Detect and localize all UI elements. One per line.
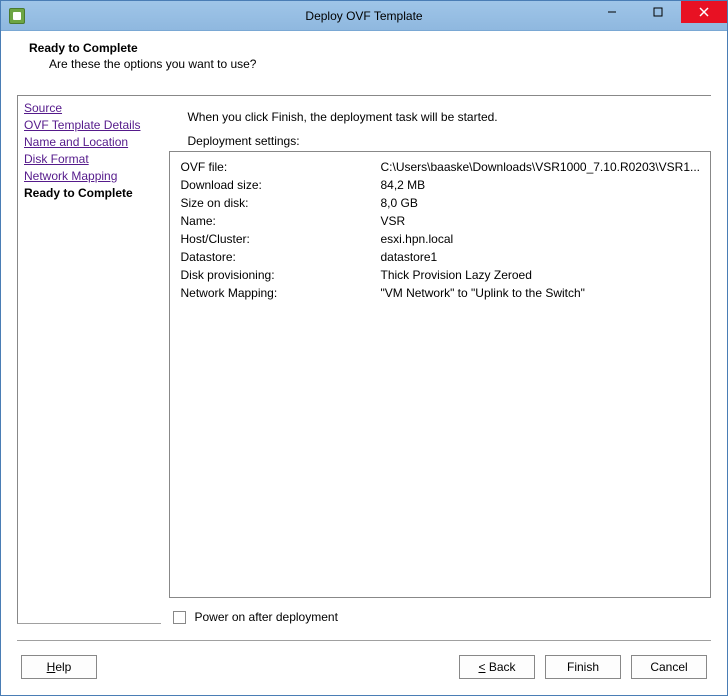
close-icon [699,7,709,17]
setting-value: "VM Network" to "Uplink to the Switch" [380,284,700,302]
setting-value: datastore1 [380,248,700,266]
main-area: Source OVF Template Details Name and Loc… [1,95,727,624]
sidebar-item-source[interactable]: Source [22,100,157,117]
setting-key: Name: [180,212,380,230]
power-on-checkbox-row: Power on after deployment [173,610,711,624]
setting-value: C:\Users\baaske\Downloads\VSR1000_7.10.R… [380,158,700,176]
setting-key: Datastore: [180,248,380,266]
setting-key: Network Mapping: [180,284,380,302]
setting-key: Disk provisioning: [180,266,380,284]
setting-value: 8,0 GB [380,194,700,212]
setting-key: Size on disk: [180,194,380,212]
page-subtitle: Are these the options you want to use? [49,57,711,71]
power-on-checkbox[interactable] [173,611,186,624]
sidebar-item-ovf-details[interactable]: OVF Template Details [22,117,157,134]
back-button[interactable]: < Back [459,655,535,679]
window-controls [589,1,727,23]
setting-name: Name: VSR [180,212,700,230]
sidebar-item-name-location[interactable]: Name and Location [22,134,157,151]
sidebar-item-disk-format[interactable]: Disk Format [22,151,157,168]
setting-key: OVF file: [180,158,380,176]
setting-size-on-disk: Size on disk: 8,0 GB [180,194,700,212]
maximize-button[interactable] [635,1,681,23]
sidebar-item-network-mapping[interactable]: Network Mapping [22,168,157,185]
titlebar: Deploy OVF Template [1,1,727,31]
content-panel: When you click Finish, the deployment ta… [161,95,711,624]
setting-host-cluster: Host/Cluster: esxi.hpn.local [180,230,700,248]
close-button[interactable] [681,1,727,23]
finish-button[interactable]: Finish [545,655,621,679]
deploy-ovf-window: Deploy OVF Template Ready to Complete Ar… [0,0,728,696]
minimize-button[interactable] [589,1,635,23]
setting-download-size: Download size: 84,2 MB [180,176,700,194]
sidebar-item-ready: Ready to Complete [22,185,157,202]
setting-value: esxi.hpn.local [380,230,700,248]
setting-value: 84,2 MB [380,176,700,194]
setting-network-mapping: Network Mapping: "VM Network" to "Uplink… [180,284,700,302]
setting-value: VSR [380,212,700,230]
setting-datastore: Datastore: datastore1 [180,248,700,266]
wizard-sidebar: Source OVF Template Details Name and Loc… [17,95,161,624]
content-area: Ready to Complete Are these the options … [1,31,727,695]
power-on-label: Power on after deployment [194,610,337,624]
settings-heading: Deployment settings: [161,134,711,148]
maximize-icon [653,7,663,17]
page-title: Ready to Complete [29,41,711,55]
button-bar: Help < Back Finish Cancel [1,641,727,695]
setting-key: Download size: [180,176,380,194]
cancel-button[interactable]: Cancel [631,655,707,679]
help-button[interactable]: Help [21,655,97,679]
intro-text: When you click Finish, the deployment ta… [161,96,711,134]
page-header: Ready to Complete Are these the options … [1,31,727,95]
setting-key: Host/Cluster: [180,230,380,248]
setting-ovf-file: OVF file: C:\Users\baaske\Downloads\VSR1… [180,158,700,176]
setting-disk-provisioning: Disk provisioning: Thick Provision Lazy … [180,266,700,284]
minimize-icon [607,7,617,17]
deployment-settings: OVF file: C:\Users\baaske\Downloads\VSR1… [169,151,711,598]
setting-value: Thick Provision Lazy Zeroed [380,266,700,284]
